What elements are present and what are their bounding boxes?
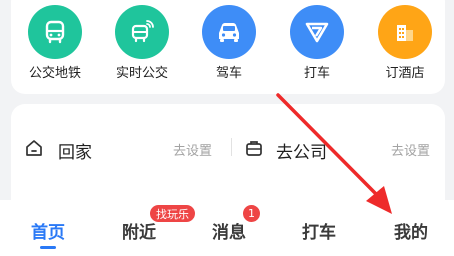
tab-nearby[interactable]: 附近 找玩乐 xyxy=(104,200,196,256)
tab-label: 打车 xyxy=(302,223,336,243)
service-label: 订酒店 xyxy=(385,66,425,81)
tab-home[interactable]: 首页 xyxy=(13,200,83,256)
hotel-icon xyxy=(378,5,432,59)
tab-taxi[interactable]: 打车 xyxy=(284,200,354,256)
service-drive[interactable]: 驾车 xyxy=(184,0,274,94)
taxi-icon xyxy=(290,5,344,59)
map-app-home: 公交地铁 实时公交 驾车 打车 订酒店 回家 去设置 去公司 去设置 首页 附近… xyxy=(0,0,454,256)
service-realtime-bus[interactable]: 实时公交 xyxy=(97,0,187,94)
realtime-bus-icon xyxy=(115,5,169,59)
home-label: 回家 xyxy=(58,143,92,163)
tab-messages[interactable]: 消息 1 xyxy=(194,200,264,256)
tab-me[interactable]: 我的 xyxy=(376,200,446,256)
bottom-tab-bar: 首页 附近 找玩乐 消息 1 打车 我的 xyxy=(0,200,454,256)
service-label: 驾车 xyxy=(215,66,242,81)
active-tab-indicator xyxy=(40,246,56,249)
service-bus-metro[interactable]: 公交地铁 xyxy=(10,0,100,94)
home-set-link[interactable]: 去设置 xyxy=(173,140,212,159)
service-label: 打车 xyxy=(303,66,330,81)
service-label: 实时公交 xyxy=(115,66,168,81)
services-card: 公交地铁 实时公交 驾车 打车 订酒店 xyxy=(11,0,445,94)
service-taxi[interactable]: 打车 xyxy=(272,0,362,94)
home-icon xyxy=(26,140,42,156)
tab-label: 我的 xyxy=(394,223,428,243)
bus-icon xyxy=(28,5,82,59)
tab-label: 首页 xyxy=(31,223,65,243)
nearby-badge: 找玩乐 xyxy=(149,204,196,223)
briefcase-icon xyxy=(246,141,262,156)
service-label: 公交地铁 xyxy=(28,66,81,81)
divider xyxy=(231,138,232,156)
service-hotel[interactable]: 订酒店 xyxy=(360,0,450,94)
message-count-badge: 1 xyxy=(242,204,261,223)
work-label: 去公司 xyxy=(276,143,327,163)
car-icon xyxy=(202,5,256,59)
work-set-link[interactable]: 去设置 xyxy=(391,140,430,159)
